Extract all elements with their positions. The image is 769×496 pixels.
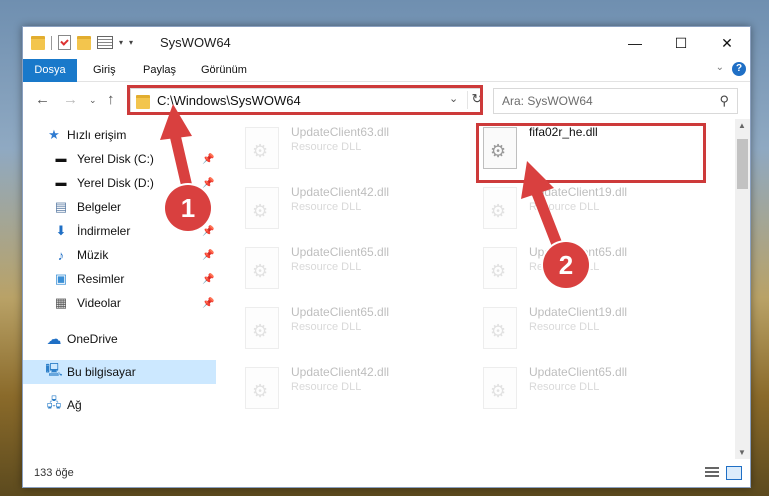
recent-locations-icon[interactable]: ⌄ (89, 95, 97, 106)
search-icon[interactable]: ⚲ (719, 93, 729, 109)
file-item[interactable]: UpdateClient65.dll Resource DLL (459, 363, 679, 411)
up-arrow-icon[interactable]: ↑ (107, 91, 115, 108)
quick-access-toolbar: ▾ ▾ (31, 35, 133, 50)
details-view-icon[interactable] (705, 467, 719, 478)
view-options-icon[interactable] (97, 36, 113, 49)
dll-file-icon (245, 247, 279, 289)
customize-toolbar-icon[interactable]: ▾ (129, 38, 133, 47)
drive-icon: ▬ (55, 177, 67, 189)
dll-file-icon (245, 307, 279, 349)
scroll-down-icon[interactable]: ▼ (738, 448, 746, 457)
pin-icon[interactable]: 📌 (202, 178, 214, 189)
ribbon-tabs: Dosya Giriş Paylaş Görünüm ⌄ ? (23, 59, 750, 107)
sidebar-item-quick-access[interactable]: ★ Hızlı erişim (23, 123, 216, 147)
toolbar-divider (51, 35, 52, 50)
large-icons-view-icon[interactable] (726, 466, 742, 480)
cloud-icon: ☁ (46, 331, 62, 348)
pin-icon[interactable]: 📌 (202, 250, 214, 261)
chevron-down-icon[interactable]: ▾ (119, 38, 123, 47)
star-icon: ★ (48, 127, 60, 142)
title-bar[interactable]: ▾ ▾ SysWOW64 — ☐ ✕ (23, 27, 750, 59)
scrollbar-thumb[interactable] (737, 139, 748, 189)
tab-home[interactable]: Giriş (83, 59, 126, 81)
help-icon[interactable]: ? (732, 62, 746, 76)
new-folder-icon[interactable] (77, 35, 91, 50)
download-icon: ⬇ (55, 223, 67, 238)
file-item[interactable]: UpdateClient65.dll Resource DLL (221, 303, 441, 351)
drive-icon: ▬ (55, 153, 67, 165)
file-item[interactable]: UpdateClient63.dll Resource DLL (221, 123, 441, 171)
navigation-pane: ★ Hızlı erişim ▬ Yerel Disk (C:) 📌 ▬ Yer… (23, 119, 216, 459)
address-highlight-box (127, 85, 483, 115)
item-count: 133 öğe (34, 467, 74, 479)
close-button[interactable]: ✕ (704, 27, 750, 59)
dll-file-icon (483, 187, 517, 229)
pictures-icon: ▣ (54, 271, 68, 286)
tab-share[interactable]: Paylaş (133, 59, 186, 81)
folder-icon (31, 35, 45, 50)
dll-file-icon (483, 247, 517, 289)
tab-view[interactable]: Görünüm (191, 59, 257, 81)
minimize-button[interactable]: — (612, 27, 658, 59)
vertical-scrollbar[interactable]: ▲ ▼ (735, 119, 750, 459)
forward-arrow-icon[interactable]: → (63, 91, 78, 108)
chevron-up-icon[interactable]: ⌄ (716, 62, 724, 73)
search-input[interactable]: Ara: SysWOW64 ⚲ (493, 88, 738, 114)
pin-icon[interactable]: 📌 (202, 298, 214, 309)
back-arrow-icon[interactable]: ← (35, 91, 50, 108)
dll-file-icon (245, 127, 279, 169)
dll-file-icon (245, 187, 279, 229)
sidebar-item-network[interactable]: 🖧 Ağ (23, 393, 216, 417)
sidebar-item-videos[interactable]: ▦ Videolar 📌 (23, 291, 216, 315)
network-icon: 🖧 (46, 395, 62, 410)
sidebar-item-onedrive[interactable]: ☁ OneDrive (23, 327, 216, 351)
pin-icon[interactable]: 📌 (202, 154, 214, 165)
file-item[interactable]: UpdateClient19.dll Resource DLL (459, 303, 679, 351)
maximize-button[interactable]: ☐ (658, 27, 704, 59)
properties-check-icon[interactable] (58, 35, 71, 50)
file-highlight-box (476, 123, 706, 183)
file-item[interactable]: UpdateClient19.dll Resource DLL (459, 183, 679, 231)
search-placeholder: Ara: SysWOW64 (502, 94, 593, 108)
sidebar-item-this-pc[interactable]: 🖳 Bu bilgisayar (23, 360, 216, 384)
step-badge-2: 2 (543, 242, 589, 288)
file-item[interactable]: UpdateClient42.dll Resource DLL (221, 363, 441, 411)
documents-icon: ▤ (54, 199, 68, 214)
window-title: SysWOW64 (160, 35, 231, 50)
step-badge-1: 1 (165, 185, 211, 231)
scroll-up-icon[interactable]: ▲ (738, 121, 746, 130)
status-bar: 133 öğe (23, 459, 750, 487)
computer-icon: 🖳 (45, 362, 63, 377)
dll-file-icon (483, 307, 517, 349)
pin-icon[interactable]: 📌 (202, 226, 214, 237)
sidebar-item-pictures[interactable]: ▣ Resimler 📌 (23, 267, 216, 291)
sidebar-item-music[interactable]: ♪ Müzik 📌 (23, 243, 216, 267)
sidebar-item-local-disk-c[interactable]: ▬ Yerel Disk (C:) 📌 (23, 147, 216, 171)
dll-file-icon (245, 367, 279, 409)
dll-file-icon (483, 367, 517, 409)
music-icon: ♪ (57, 247, 65, 263)
pin-icon[interactable]: 📌 (202, 274, 214, 285)
file-item[interactable]: UpdateClient65.dll Resource DLL (221, 243, 441, 291)
video-icon: ▦ (54, 295, 68, 310)
file-item[interactable]: UpdateClient42.dll Resource DLL (221, 183, 441, 231)
